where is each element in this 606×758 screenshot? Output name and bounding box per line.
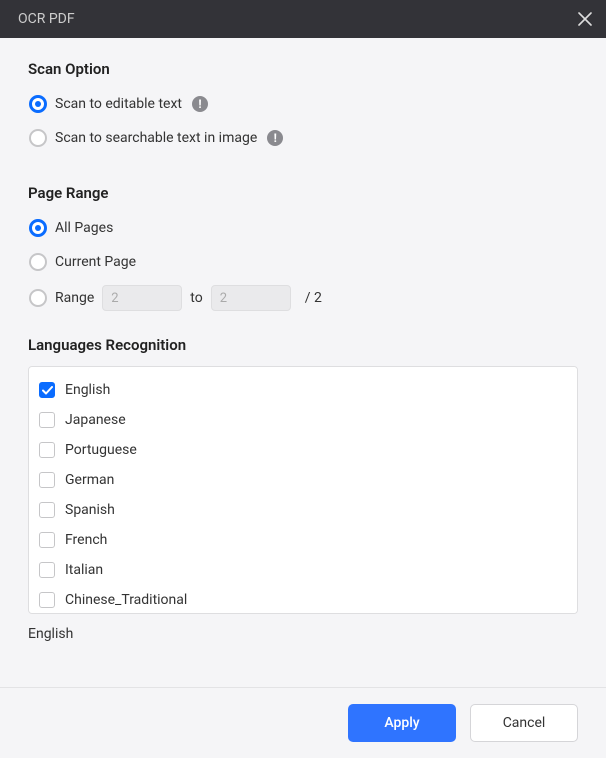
- lang-label: English: [65, 382, 110, 398]
- lang-item-japanese[interactable]: Japanese: [39, 405, 567, 435]
- radio-icon: [29, 129, 47, 147]
- info-icon[interactable]: !: [192, 96, 208, 112]
- selected-languages-summary: English: [28, 626, 578, 642]
- checkbox-icon: [39, 472, 55, 488]
- languages-listbox[interactable]: English Japanese Portuguese German Spani…: [28, 366, 578, 614]
- page-range-section: Page Range All Pages Current Page Range …: [28, 184, 578, 312]
- total-pages-label: / 2: [305, 290, 322, 306]
- radio-scan-editable[interactable]: Scan to editable text !: [28, 92, 578, 116]
- checkbox-icon: [39, 592, 55, 608]
- radio-label: Scan to editable text: [55, 96, 182, 112]
- info-icon[interactable]: !: [267, 130, 283, 146]
- dialog-footer: Apply Cancel: [0, 687, 606, 758]
- checkbox-icon: [39, 532, 55, 548]
- lang-label: Japanese: [65, 412, 126, 428]
- range-to-input[interactable]: [211, 285, 291, 311]
- checkbox-icon: [39, 442, 55, 458]
- lang-label: Chinese_Traditional: [65, 592, 187, 608]
- checkbox-icon: [39, 412, 55, 428]
- radio-scan-searchable[interactable]: Scan to searchable text in image !: [28, 126, 578, 150]
- languages-heading: Languages Recognition: [28, 336, 578, 354]
- lang-label: Portuguese: [65, 442, 137, 458]
- radio-icon: [29, 253, 47, 271]
- dialog-content: Scan Option Scan to editable text ! Scan…: [0, 38, 606, 687]
- checkbox-icon: [39, 502, 55, 518]
- scan-option-heading: Scan Option: [28, 60, 578, 78]
- dialog-title: OCR PDF: [18, 11, 75, 27]
- radio-current-page[interactable]: Current Page: [28, 250, 578, 274]
- lang-item-italian[interactable]: Italian: [39, 555, 567, 585]
- scan-option-section: Scan Option Scan to editable text ! Scan…: [28, 60, 578, 160]
- lang-item-spanish[interactable]: Spanish: [39, 495, 567, 525]
- radio-all-pages[interactable]: All Pages: [28, 216, 578, 240]
- apply-button[interactable]: Apply: [348, 704, 456, 742]
- radio-label: All Pages: [55, 220, 113, 236]
- lang-label: Italian: [65, 562, 103, 578]
- lang-label: Spanish: [65, 502, 115, 518]
- lang-label: German: [65, 472, 114, 488]
- lang-item-portuguese[interactable]: Portuguese: [39, 435, 567, 465]
- lang-label: French: [65, 532, 107, 548]
- lang-item-english[interactable]: English: [39, 375, 567, 405]
- range-label: Range: [55, 290, 94, 306]
- radio-range[interactable]: [29, 289, 47, 307]
- lang-item-german[interactable]: German: [39, 465, 567, 495]
- titlebar: OCR PDF: [0, 0, 606, 38]
- page-range-heading: Page Range: [28, 184, 578, 202]
- radio-label: Scan to searchable text in image: [55, 130, 257, 146]
- close-icon[interactable]: [578, 12, 592, 26]
- radio-icon: [29, 219, 47, 237]
- radio-icon: [29, 95, 47, 113]
- checkbox-icon: [39, 382, 55, 398]
- radio-range-row: Range to / 2: [28, 284, 578, 312]
- range-from-input[interactable]: [102, 285, 182, 311]
- lang-item-french[interactable]: French: [39, 525, 567, 555]
- radio-label: Current Page: [55, 254, 136, 270]
- checkbox-icon: [39, 562, 55, 578]
- range-to-label: to: [190, 290, 202, 306]
- lang-item-chinese-traditional[interactable]: Chinese_Traditional: [39, 585, 567, 614]
- cancel-button[interactable]: Cancel: [470, 704, 578, 742]
